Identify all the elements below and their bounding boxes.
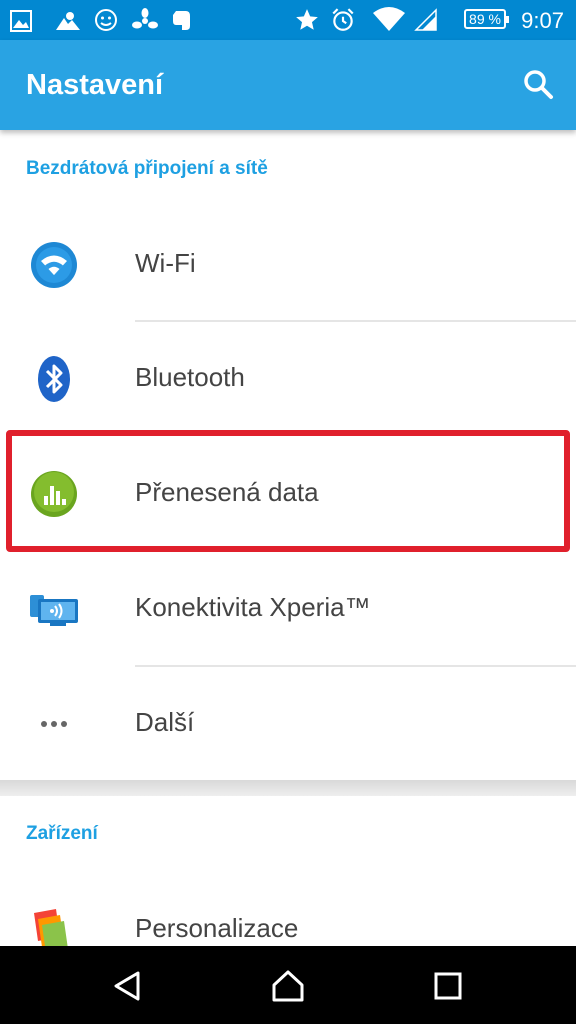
recent-apps-icon[interactable] xyxy=(430,968,466,1004)
battery-indicator: 89 % xyxy=(464,9,509,29)
app-bar: Nastavení xyxy=(0,40,576,130)
status-time: 9:07 xyxy=(521,8,564,33)
wifi-signal-icon xyxy=(373,7,405,31)
star-icon xyxy=(296,9,318,30)
evernote-icon xyxy=(173,11,190,30)
weather-icon xyxy=(56,12,80,30)
settings-item-xperia-connectivity[interactable]: Konektivita Xperia™ xyxy=(0,552,576,666)
page-title: Nastavení xyxy=(26,69,164,101)
cell-signal-icon xyxy=(414,8,437,31)
back-icon[interactable] xyxy=(110,968,146,1004)
settings-item-label: Personalizace xyxy=(135,913,299,943)
navigation-bar xyxy=(0,946,576,1024)
settings-item-bluetooth[interactable]: Bluetooth xyxy=(0,322,576,436)
section-header-device: Zařízení xyxy=(26,823,98,844)
gallery-icon xyxy=(10,10,32,32)
settings-item-more[interactable]: Další xyxy=(0,667,576,781)
section-separator xyxy=(0,780,576,796)
fan-icon xyxy=(132,8,158,29)
xperia-connectivity-icon xyxy=(30,595,78,626)
bluetooth-icon xyxy=(38,356,70,402)
more-icon xyxy=(41,721,67,727)
section-header-wireless: Bezdrátová připojení a sítě xyxy=(26,158,268,179)
alarm-icon xyxy=(332,8,354,31)
settings-item-label: Bluetooth xyxy=(135,362,245,392)
settings-item-label: Konektivita Xperia™ xyxy=(135,592,371,622)
settings-item-label: Další xyxy=(135,707,195,737)
wifi-icon xyxy=(31,242,77,288)
status-bar: 89 % 9:07 xyxy=(0,0,576,40)
android-icon xyxy=(95,9,117,31)
home-icon[interactable] xyxy=(270,968,306,1004)
highlight-box xyxy=(6,430,570,552)
settings-item-wifi[interactable]: Wi-Fi xyxy=(0,208,576,322)
settings-item-label: Wi-Fi xyxy=(135,248,196,278)
search-icon[interactable] xyxy=(522,68,554,100)
